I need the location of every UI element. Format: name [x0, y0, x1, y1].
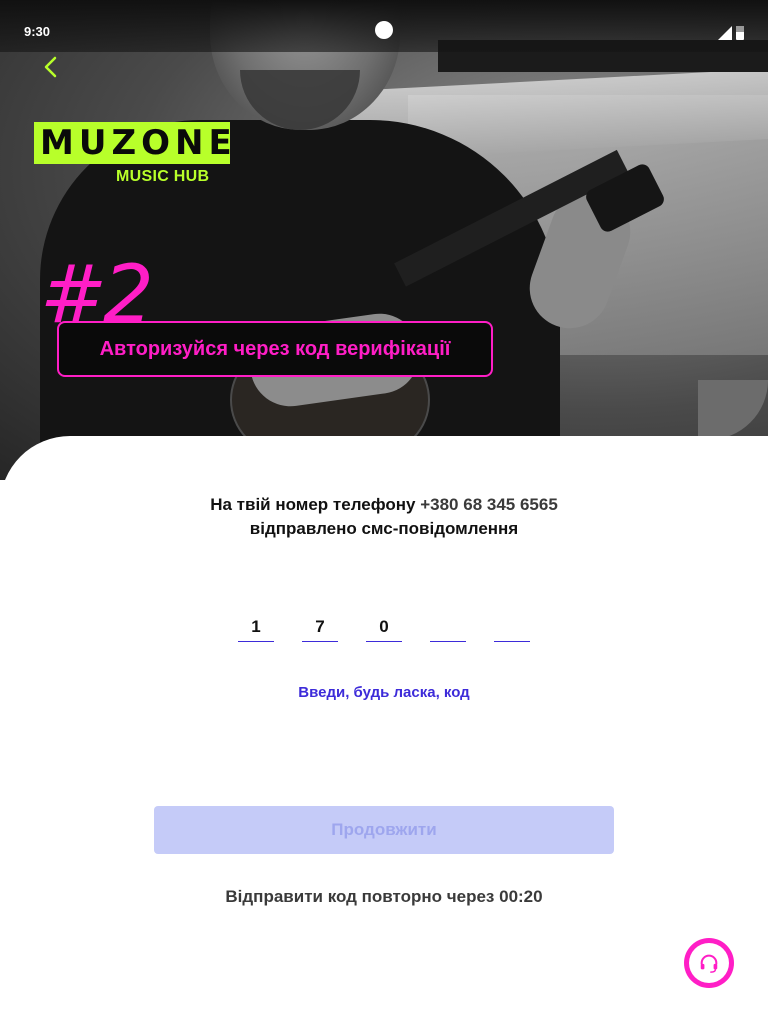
continue-label: Продовжити [331, 820, 437, 839]
camera-cutout [375, 21, 393, 39]
otp-digit-2[interactable]: 7 [302, 614, 338, 642]
hero-image [0, 0, 768, 480]
logo-wordmark: MUZONE [40, 123, 237, 163]
status-time: 9:30 [24, 24, 51, 39]
headset-icon [700, 954, 718, 973]
sms-info-line2: відправлено смс-повідомлення [249, 519, 519, 538]
signal-icon [718, 26, 732, 40]
resend-countdown: Відправити код повторно через 00:20 [225, 887, 543, 906]
step-title: Авторизуйся через код верифікації [99, 337, 451, 360]
logo-wordmark-box: MUZONE [34, 122, 230, 164]
otp-digit-1[interactable]: 1 [238, 614, 274, 642]
otp-digit-3[interactable]: 0 [366, 614, 402, 642]
otp-digit-4[interactable] [430, 614, 466, 642]
logo: MUZONE MUSIC HUB [34, 122, 230, 185]
sms-info: На твій номер телефону +380 68 345 6565 … [0, 493, 768, 541]
battery-icon [736, 26, 744, 40]
continue-button[interactable]: Продовжити [154, 806, 614, 854]
phone-number: +380 68 345 6565 [420, 495, 558, 514]
chevron-left-icon [44, 56, 57, 78]
support-button-inner [689, 943, 729, 983]
otp-hint: Введи, будь ласка, код [298, 684, 470, 701]
sms-info-prefix: На твій номер телефону [210, 495, 421, 514]
sms-info-line1: На твій номер телефону +380 68 345 6565 [0, 493, 768, 517]
step-title-box: Авторизуйся через код верифікації [57, 321, 493, 377]
logo-subtitle: MUSIC HUB [116, 168, 210, 185]
support-button[interactable] [684, 938, 734, 988]
status-icons [718, 26, 744, 40]
otp-digit-5[interactable] [494, 614, 530, 642]
otp-input: 1 7 0 [238, 614, 530, 642]
back-button[interactable] [36, 52, 66, 82]
